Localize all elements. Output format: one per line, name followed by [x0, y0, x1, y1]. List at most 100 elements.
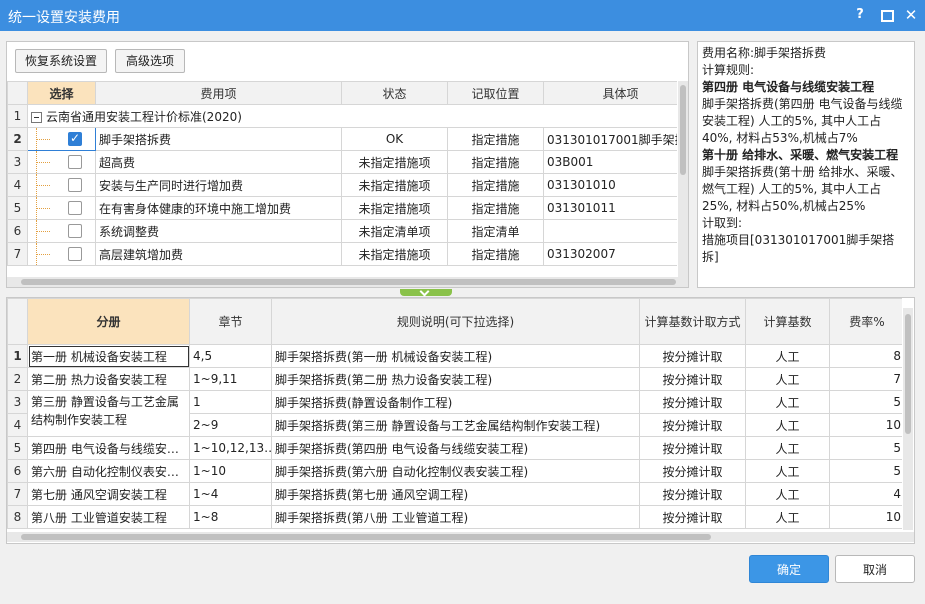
method-cell[interactable]: 按分摊计取: [639, 344, 746, 368]
base-cell[interactable]: 人工: [745, 505, 830, 529]
method-cell[interactable]: 按分摊计取: [639, 436, 746, 460]
chapter-cell[interactable]: 2~9: [189, 413, 272, 437]
chapter-cell[interactable]: 1~4: [189, 482, 272, 506]
base-cell[interactable]: 人工: [745, 344, 830, 368]
header-rate[interactable]: 费率%: [829, 298, 902, 345]
scroll-thumb[interactable]: [21, 279, 676, 285]
rate-cell[interactable]: 8: [829, 344, 902, 368]
rate-cell[interactable]: 10: [829, 413, 902, 437]
rule-row[interactable]: 6 第六册 自动化控制仪表安… 1~10 脚手架搭拆费(第六册 自动化控制仪表安…: [7, 459, 902, 483]
fee-row[interactable]: 3 超高费 未指定措施项 指定措施 03B001: [7, 150, 677, 174]
chapter-cell[interactable]: 4,5: [189, 344, 272, 368]
fee-detail-item[interactable]: 031301010: [543, 173, 677, 197]
group-label-cell[interactable]: 云南省通用安装工程计价标准(2020): [27, 104, 677, 128]
ok-button[interactable]: 确定: [749, 555, 829, 583]
fee-position[interactable]: 指定清单: [447, 219, 544, 243]
header-position[interactable]: 记取位置: [447, 81, 544, 105]
scroll-thumb[interactable]: [21, 534, 711, 540]
header-detail-item[interactable]: 具体项: [543, 81, 677, 105]
rule-cell[interactable]: 脚手架搭拆费(第二册 热力设备安装工程): [271, 367, 640, 391]
base-cell[interactable]: 人工: [745, 459, 830, 483]
rule-row[interactable]: 1 第一册 机械设备安装工程 4,5 脚手架搭拆费(第一册 机械设备安装工程) …: [7, 344, 902, 368]
fee-row[interactable]: 2 脚手架搭拆费 OK 指定措施 031301017001脚手架搭拆: [7, 127, 677, 151]
help-icon[interactable]: ?: [851, 6, 869, 24]
method-cell[interactable]: 按分摊计取: [639, 482, 746, 506]
chapter-cell[interactable]: 1~10,12,13…: [189, 436, 272, 460]
header-chapter[interactable]: 章节: [189, 298, 272, 345]
header-base[interactable]: 计算基数: [745, 298, 830, 345]
splitter-handle[interactable]: [400, 289, 452, 296]
volume-cell[interactable]: 第二册 热力设备安装工程: [27, 367, 190, 391]
rule-row[interactable]: 2 第二册 热力设备安装工程 1~9,11 脚手架搭拆费(第二册 热力设备安装工…: [7, 367, 902, 391]
bottom-vertical-scrollbar[interactable]: [903, 308, 913, 530]
rule-cell[interactable]: 脚手架搭拆费(第六册 自动化控制仪表安装工程): [271, 459, 640, 483]
fee-position[interactable]: 指定措施: [447, 196, 544, 220]
fee-row[interactable]: 7 高层建筑增加费 未指定措施项 指定措施 031302007: [7, 242, 677, 266]
rule-row[interactable]: 8 第八册 工业管道安装工程 1~8 脚手架搭拆费(第八册 工业管道工程) 按分…: [7, 505, 902, 529]
header-method[interactable]: 计算基数计取方式: [639, 298, 746, 345]
volume-cell[interactable]: 第一册 机械设备安装工程: [27, 344, 190, 368]
rule-cell[interactable]: 脚手架搭拆费(第八册 工业管道工程): [271, 505, 640, 529]
base-cell[interactable]: 人工: [745, 390, 830, 414]
header-fee-item[interactable]: 费用项: [95, 81, 342, 105]
bottom-horizontal-scrollbar[interactable]: [7, 532, 914, 542]
volume-cell[interactable]: 第八册 工业管道安装工程: [27, 505, 190, 529]
rule-row[interactable]: 3 第三册 静置设备与工艺金属结构制作安装工程 1 脚手架搭拆费(静置设备制作工…: [7, 390, 902, 437]
chapter-cell[interactable]: 1~9,11: [189, 367, 272, 391]
method-cell[interactable]: 按分摊计取: [639, 459, 746, 483]
rate-cell[interactable]: 5: [829, 390, 902, 414]
base-cell[interactable]: 人工: [745, 436, 830, 460]
method-cell[interactable]: 按分摊计取: [639, 390, 746, 414]
rule-cell[interactable]: 脚手架搭拆费(第三册 静置设备与工艺金属结构制作安装工程): [271, 413, 640, 437]
fee-detail-item[interactable]: 031302007: [543, 242, 677, 266]
rate-cell[interactable]: 5: [829, 436, 902, 460]
fee-position[interactable]: 指定措施: [447, 127, 544, 151]
select-cell[interactable]: [27, 127, 96, 151]
row-checkbox[interactable]: [68, 178, 82, 192]
rule-cell[interactable]: 脚手架搭拆费(静置设备制作工程): [271, 390, 640, 414]
scroll-thumb[interactable]: [905, 314, 911, 434]
chapter-cell[interactable]: 1~8: [189, 505, 272, 529]
rule-row[interactable]: 5 第四册 电气设备与线缆安… 1~10,12,13… 脚手架搭拆费(第四册 电…: [7, 436, 902, 460]
select-cell[interactable]: [27, 150, 96, 174]
close-icon[interactable]: ✕: [902, 6, 920, 24]
row-checkbox[interactable]: [68, 224, 82, 238]
rule-row[interactable]: 7 第七册 通风空调安装工程 1~4 脚手架搭拆费(第七册 通风空调工程) 按分…: [7, 482, 902, 506]
fee-position[interactable]: 指定措施: [447, 173, 544, 197]
fee-row[interactable]: 5 在有害身体健康的环境中施工增加费 未指定措施项 指定措施 031301011: [7, 196, 677, 220]
top-vertical-scrollbar[interactable]: [678, 81, 688, 277]
rule-cell[interactable]: 脚手架搭拆费(第七册 通风空调工程): [271, 482, 640, 506]
fee-detail-item[interactable]: [543, 219, 677, 243]
method-cell[interactable]: 按分摊计取: [639, 505, 746, 529]
volume-cell[interactable]: 第四册 电气设备与线缆安…: [27, 436, 190, 460]
select-cell[interactable]: [27, 173, 96, 197]
method-cell[interactable]: 按分摊计取: [639, 367, 746, 391]
header-select[interactable]: 选择: [27, 81, 96, 105]
fee-detail-item[interactable]: 031301011: [543, 196, 677, 220]
rule-cell[interactable]: 脚手架搭拆费(第一册 机械设备安装工程): [271, 344, 640, 368]
chapter-cell[interactable]: 1: [189, 390, 272, 414]
top-horizontal-scrollbar[interactable]: [7, 277, 688, 287]
fee-detail-item[interactable]: 031301017001脚手架搭拆: [543, 127, 677, 151]
select-cell[interactable]: [27, 219, 96, 243]
base-cell[interactable]: 人工: [745, 413, 830, 437]
header-volume[interactable]: 分册: [27, 298, 190, 345]
base-cell[interactable]: 人工: [745, 482, 830, 506]
scroll-thumb[interactable]: [680, 85, 686, 175]
row-checkbox[interactable]: [68, 247, 82, 261]
base-cell[interactable]: 人工: [745, 367, 830, 391]
maximize-icon[interactable]: [877, 6, 895, 24]
fee-detail-item[interactable]: 03B001: [543, 150, 677, 174]
fee-row[interactable]: 6 系统调整费 未指定清单项 指定清单: [7, 219, 677, 243]
collapse-icon[interactable]: [31, 111, 42, 123]
chapter-cell[interactable]: 1~10: [189, 459, 272, 483]
fee-position[interactable]: 指定措施: [447, 242, 544, 266]
volume-cell[interactable]: 第三册 静置设备与工艺金属结构制作安装工程: [27, 390, 190, 437]
header-rule[interactable]: 规则说明(可下拉选择): [271, 298, 640, 345]
volume-cell[interactable]: 第七册 通风空调安装工程: [27, 482, 190, 506]
fee-row[interactable]: 4 安装与生产同时进行增加费 未指定措施项 指定措施 031301010: [7, 173, 677, 197]
method-cell[interactable]: 按分摊计取: [639, 413, 746, 437]
row-checkbox[interactable]: [68, 201, 82, 215]
rate-cell[interactable]: 7: [829, 367, 902, 391]
header-status[interactable]: 状态: [341, 81, 448, 105]
